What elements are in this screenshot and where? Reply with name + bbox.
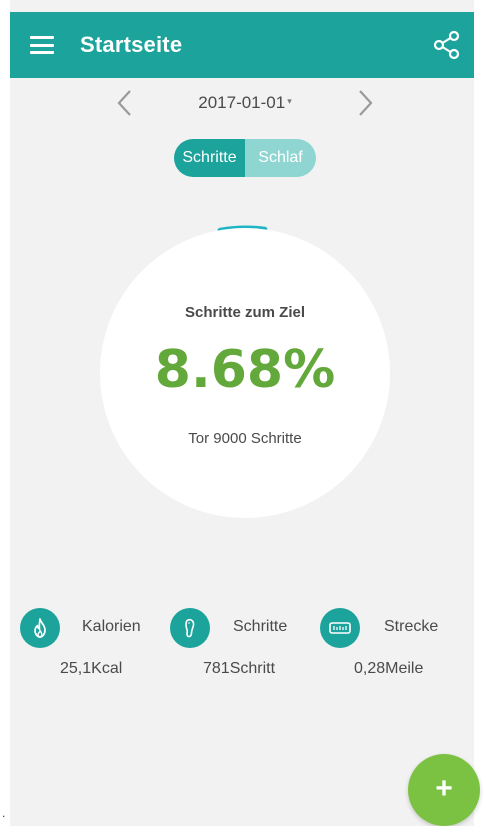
calories-value: 25,1Kcal <box>60 660 123 677</box>
date-navigation: 2017-01-01 ▾ <box>10 82 474 124</box>
app-bar: Startseite <box>10 12 474 78</box>
distance-badge <box>320 608 360 648</box>
distance-label: Strecke <box>384 618 439 635</box>
tab-steps[interactable]: Schritte <box>174 139 245 177</box>
page-title: Startseite <box>80 32 183 57</box>
date-value: 2017-01-01 <box>198 93 286 112</box>
calories-badge <box>20 608 60 648</box>
progress-label: Schritte zum Ziel <box>184 304 306 321</box>
mode-toggle: Schritte Schlaf <box>174 139 316 177</box>
share-button[interactable] <box>430 28 464 62</box>
flame-icon <box>34 618 46 638</box>
steps-badge <box>170 608 210 648</box>
share-icon <box>433 30 460 60</box>
steps-label: Schritte <box>233 618 288 635</box>
hamburger-menu-icon <box>30 36 54 54</box>
right-margin <box>474 0 484 826</box>
menu-button[interactable] <box>10 12 74 78</box>
plus-icon: + <box>435 772 453 805</box>
progress-percentage: 8.68% <box>154 340 336 400</box>
add-button[interactable]: + <box>408 754 480 826</box>
footprint-icon <box>185 618 195 638</box>
distance-ruler-icon <box>329 622 351 634</box>
chevron-right-icon <box>359 90 373 116</box>
previous-day-button[interactable] <box>110 86 140 120</box>
tab-sleep[interactable]: Schlaf <box>245 139 316 177</box>
chevron-left-icon <box>117 90 131 116</box>
dropdown-caret-icon: ▾ <box>287 95 292 106</box>
calories-label: Kalorien <box>82 618 141 635</box>
stats-row: Kalorien 25,1Kcal Schritte 781Schritt St… <box>10 606 474 686</box>
stray-dot: . <box>2 806 6 820</box>
distance-value: 0,28Meile <box>354 660 424 677</box>
left-margin <box>0 0 10 826</box>
steps-value: 781Schritt <box>203 660 276 677</box>
next-day-button[interactable] <box>350 86 380 120</box>
goal-text: Tor 9000 Schritte <box>188 430 302 447</box>
date-selector[interactable]: 2017-01-01 ▾ <box>180 90 310 116</box>
progress-circle: Schritte zum Ziel 8.68% Tor 9000 Schritt… <box>100 228 390 518</box>
app-screen: Startseite 2017-01-01 ▾ Schritte Schlaf … <box>0 0 484 826</box>
